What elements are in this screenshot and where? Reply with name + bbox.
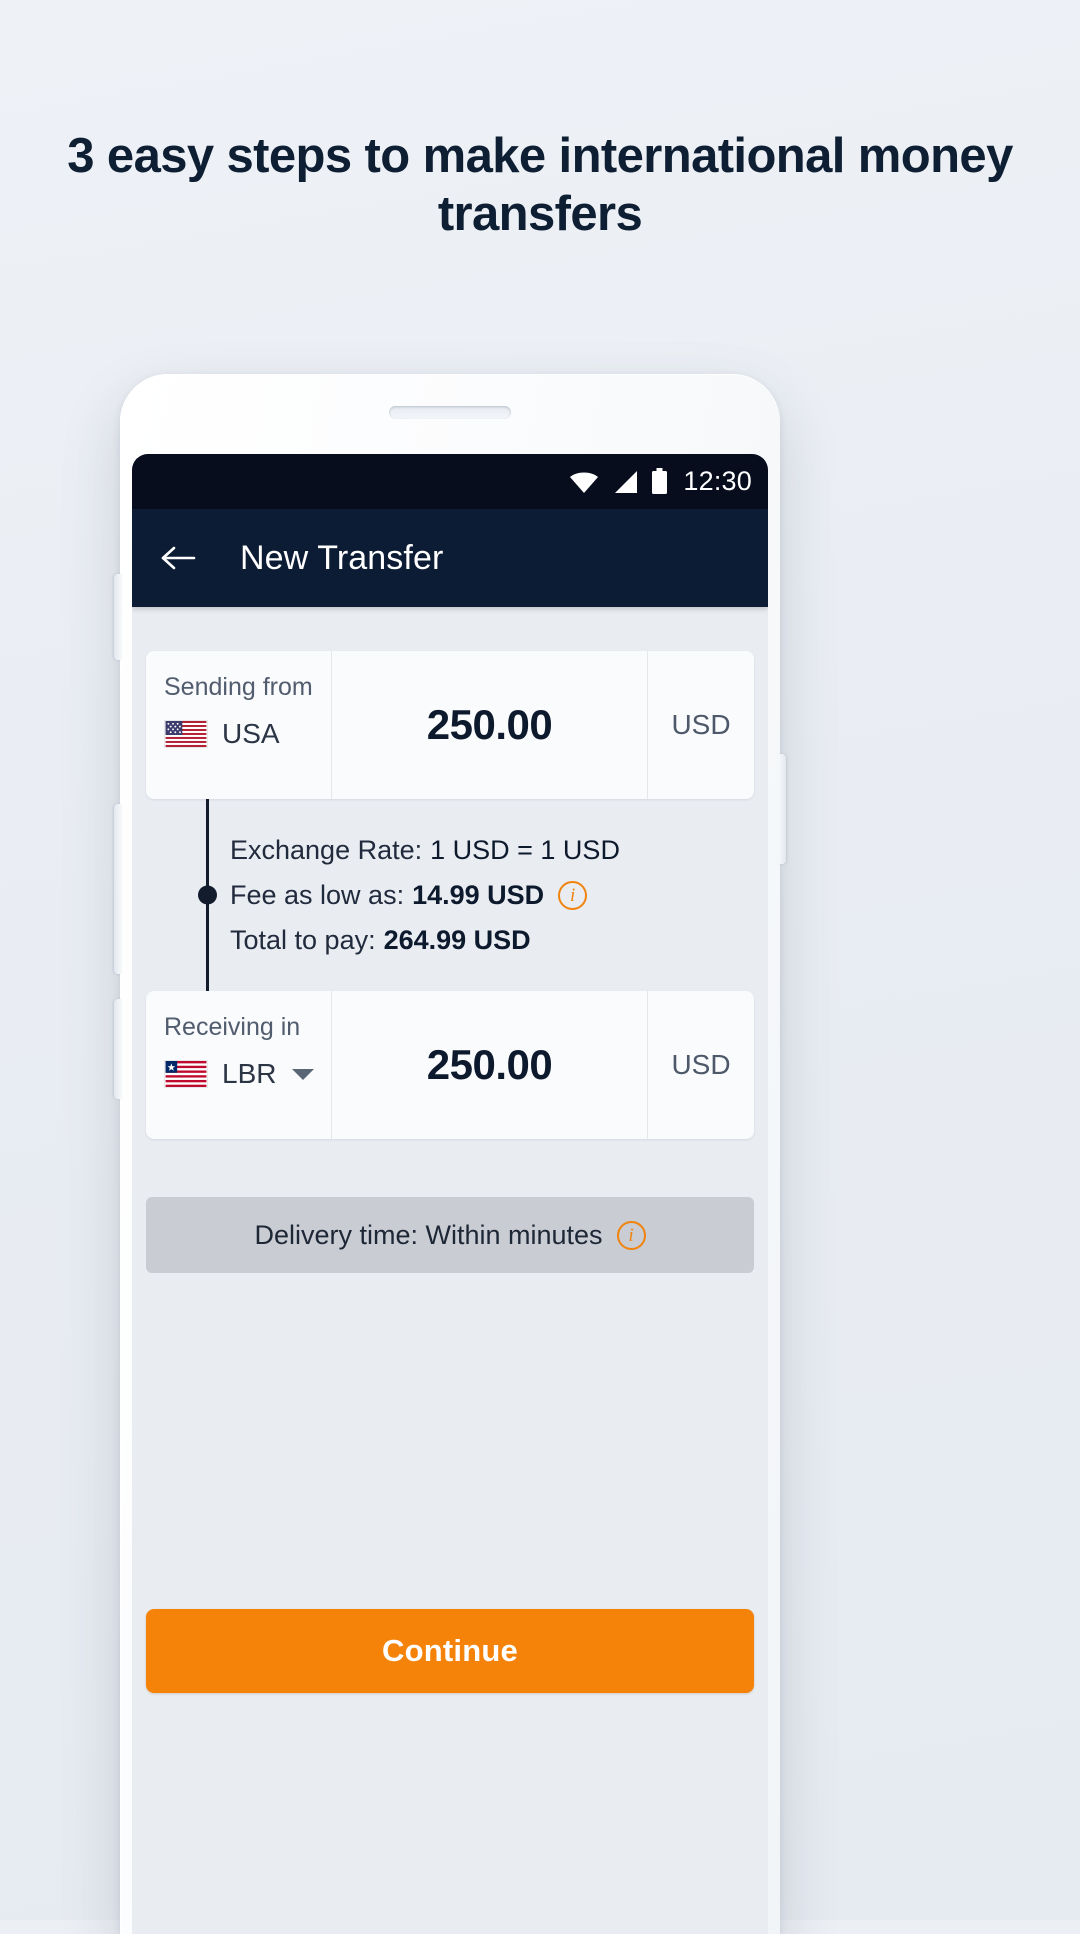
status-bar: 12:30 <box>132 454 768 509</box>
fee-row: Fee as low as: 14.99 USD i <box>230 880 754 911</box>
sending-country-name: USA <box>222 718 280 749</box>
battery-icon <box>652 468 668 494</box>
delivery-info-icon[interactable]: i <box>616 1220 646 1250</box>
phone-power-button <box>778 754 786 864</box>
fee-label: Fee as low as: <box>230 879 405 910</box>
page-title: New Transfer <box>240 538 444 577</box>
receiving-country-name: LBR <box>222 1058 277 1089</box>
receiving-amount-value: 250.00 <box>426 1041 553 1088</box>
fee-value: 14.99 USD <box>412 879 545 910</box>
app-bar: New Transfer <box>132 509 768 607</box>
total-label: Total to pay: <box>230 924 376 955</box>
wifi-icon <box>570 472 599 493</box>
sending-currency-selector[interactable]: USD <box>648 651 754 799</box>
timeline-dot <box>198 885 217 905</box>
total-row: Total to pay: 264.99 USD <box>230 925 754 956</box>
delivery-time-bar: Delivery time: Within minutes i <box>146 1197 754 1273</box>
signal-icon <box>615 470 638 493</box>
sending-currency-code: USD <box>671 709 731 740</box>
delivery-time-text: Delivery time: Within minutes <box>254 1219 603 1250</box>
receiving-currency-selector[interactable]: USD <box>648 991 754 1139</box>
fee-info-icon[interactable]: i <box>558 880 588 910</box>
exchange-rate-value: 1 USD = 1 USD <box>430 834 620 865</box>
transfer-form: Sending from USA 250.00 USD Exchange Rat… <box>132 607 768 1934</box>
exchange-rate-row: Exchange Rate: 1 USD = 1 USD <box>230 835 754 866</box>
total-value: 264.99 USD <box>383 924 531 955</box>
chevron-down-icon[interactable] <box>292 1068 315 1080</box>
continue-wrap: Continue <box>146 1609 754 1693</box>
receiving-country-selector[interactable]: Receiving in LBR <box>146 991 332 1139</box>
continue-button[interactable]: Continue <box>146 1609 754 1693</box>
page-headline: 3 easy steps to make international money… <box>67 129 1013 241</box>
status-bar-time: 12:30 <box>683 466 752 496</box>
delivery-time-wrap: Delivery time: Within minutes i <box>146 1139 754 1273</box>
phone-mockup: 12:30 New Transfer Sending from USA 250.… <box>114 374 786 1934</box>
sending-amount-input[interactable]: 250.00 <box>332 651 648 799</box>
content-top-spacer <box>146 607 754 651</box>
phone-side-button-top <box>114 574 122 660</box>
receiving-in-label: Receiving in <box>164 1013 301 1041</box>
sending-amount-value: 250.00 <box>426 701 553 748</box>
detail-rows: Exchange Rate: 1 USD = 1 USD Fee as low … <box>230 821 754 969</box>
receiving-currency-code: USD <box>671 1049 731 1080</box>
receiving-amount-input[interactable]: 250.00 <box>332 991 648 1139</box>
flag-liberia-icon <box>164 1060 208 1088</box>
phone-speaker-grille <box>389 406 511 419</box>
continue-button-label: Continue <box>382 1633 518 1668</box>
sending-country-selector[interactable]: Sending from USA <box>146 651 332 799</box>
sending-country-row: USA <box>164 718 331 750</box>
receiving-in-card: Receiving in LBR 250.00 USD <box>146 991 754 1139</box>
sending-from-label: Sending from <box>164 673 313 701</box>
transfer-details: Exchange Rate: 1 USD = 1 USD Fee as low … <box>146 799 754 991</box>
back-arrow-icon[interactable] <box>160 543 196 573</box>
sending-from-card: Sending from USA 250.00 USD <box>146 651 754 799</box>
phone-side-button-bottom <box>114 999 122 1099</box>
receiving-country-row: LBR <box>164 1058 331 1090</box>
exchange-rate-label: Exchange Rate: <box>230 834 423 865</box>
phone-volume-button <box>114 804 122 974</box>
flag-usa-icon <box>164 720 208 748</box>
phone-screen: 12:30 New Transfer Sending from USA 250.… <box>132 454 768 1934</box>
